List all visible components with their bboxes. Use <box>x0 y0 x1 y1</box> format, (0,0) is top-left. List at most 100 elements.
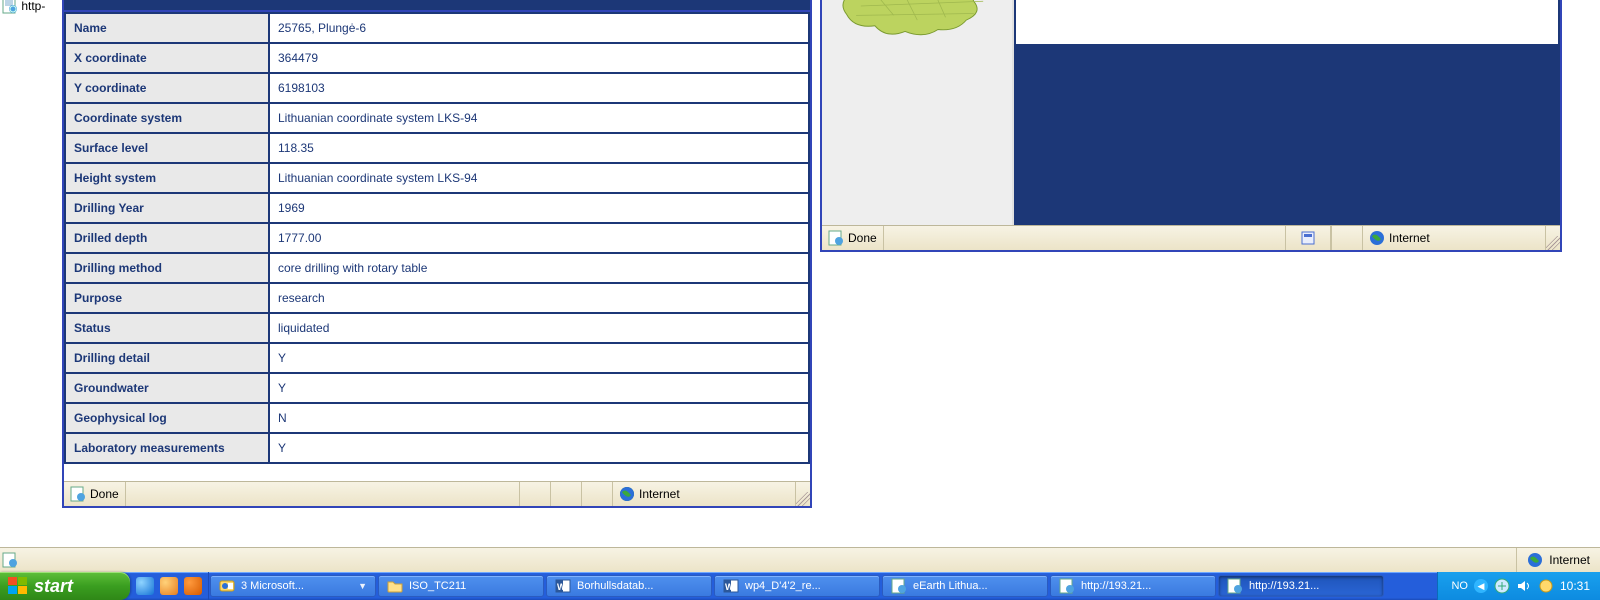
table-row: Y coordinate6198103 <box>66 74 808 102</box>
map-pane[interactable] <box>822 0 1012 226</box>
table-row: Drilling Year1969 <box>66 194 808 222</box>
detail-key: Name <box>66 14 268 42</box>
tray-language[interactable]: NO <box>1451 580 1468 592</box>
iepage-icon <box>1059 578 1075 594</box>
taskbar-item[interactable]: ISO_TC211 <box>378 575 544 597</box>
detail-value: Y <box>270 344 808 372</box>
table-row: Name25765, Plungė-6 <box>66 14 808 42</box>
table-row: Purposeresearch <box>66 284 808 312</box>
detail-key: Surface level <box>66 134 268 162</box>
quicklaunch-firefox-icon[interactable] <box>160 577 178 595</box>
detail-key: Drilling detail <box>66 344 268 372</box>
quick-launch <box>130 572 209 600</box>
ie-page-icon <box>2 0 18 14</box>
detail-value: 364479 <box>270 44 808 72</box>
detail-key: Drilling method <box>66 254 268 282</box>
detail-value: 1777.00 <box>270 224 808 252</box>
taskbar-item-label: ISO_TC211 <box>409 580 466 592</box>
taskbar: start 3 Microsoft... ▼ ISO_TC211 W Borhullsd… <box>0 572 1600 600</box>
taskbar-item[interactable]: W Borhullsdatab... <box>546 575 712 597</box>
detail-key: Geophysical log <box>66 404 268 432</box>
taskbar-item-label: eEarth Lithua... <box>913 580 988 592</box>
tray-app-icon[interactable] <box>1538 578 1554 594</box>
internet-zone-icon <box>1527 552 1543 568</box>
start-label: start <box>34 576 73 597</box>
tray-volume-icon[interactable] <box>1516 578 1532 594</box>
detail-key: Groundwater <box>66 374 268 402</box>
detail-value: Y <box>270 374 808 402</box>
detail-key: Coordinate system <box>66 104 268 132</box>
resize-grip[interactable] <box>1546 226 1560 250</box>
taskbar-item-label: wp4_D'4'2_re... <box>745 580 821 592</box>
quicklaunch-media-icon[interactable] <box>184 577 202 595</box>
table-row: Drilling methodcore drilling with rotary… <box>66 254 808 282</box>
ie-page-icon <box>70 486 86 502</box>
table-row: Surface level118.35 <box>66 134 808 162</box>
map-window: Done Internet <box>820 0 1562 252</box>
detail-value: research <box>270 284 808 312</box>
taskbar-item-label: http://193.21... <box>1081 580 1151 592</box>
quicklaunch-ie-icon[interactable] <box>136 577 154 595</box>
table-row: Statusliquidated <box>66 314 808 342</box>
tray-expand-icon[interactable]: ◀ <box>1474 579 1488 593</box>
internet-zone-icon <box>1369 230 1385 246</box>
detail-key: Drilled depth <box>66 224 268 252</box>
detail-value: 25765, Plungė-6 <box>270 14 808 42</box>
detail-key: Laboratory measurements <box>66 434 268 462</box>
tray-clock[interactable]: 10:31 <box>1560 579 1590 593</box>
folder-icon <box>387 578 403 594</box>
outlook-icon <box>219 578 235 594</box>
detail-key: Drilling Year <box>66 194 268 222</box>
table-row: Coordinate systemLithuanian coordinate s… <box>66 104 808 132</box>
system-tray: NO ◀ 10:31 <box>1437 572 1600 600</box>
chevron-down-icon: ▼ <box>358 581 367 591</box>
detail-key: Height system <box>66 164 268 192</box>
taskbar-item-label: Borhullsdatab... <box>577 580 653 592</box>
right-status-text: Done <box>848 231 877 245</box>
left-status-text: Done <box>90 487 119 501</box>
resize-grip[interactable] <box>796 482 810 506</box>
svg-text:W: W <box>557 582 566 592</box>
taskbar-item[interactable]: 3 Microsoft... ▼ <box>210 575 376 597</box>
word-icon: W <box>555 578 571 594</box>
taskbar-item-label: http://193.21... <box>1249 580 1319 592</box>
table-row: Drilled depth1777.00 <box>66 224 808 252</box>
detail-value: 6198103 <box>270 74 808 102</box>
svg-text:W: W <box>725 582 734 592</box>
left-status-zone: Internet <box>639 487 680 501</box>
detail-key: Purpose <box>66 284 268 312</box>
borehole-detail-window: Name25765, Plungė-6X coordinate364479Y c… <box>62 0 812 508</box>
right-status-zone: Internet <box>1389 231 1430 245</box>
table-row: Geophysical logN <box>66 404 808 432</box>
detail-key: Y coordinate <box>66 74 268 102</box>
detail-key: X coordinate <box>66 44 268 72</box>
windows-logo-icon <box>8 577 28 595</box>
ie-page-icon <box>2 552 18 568</box>
taskbar-item-label: 3 Microsoft... <box>241 580 304 592</box>
table-row: X coordinate364479 <box>66 44 808 72</box>
detail-value: 1969 <box>270 194 808 222</box>
left-status-bar: Done Internet <box>64 481 810 506</box>
table-row: Drilling detailY <box>66 344 808 372</box>
taskbar-item[interactable]: http://193.21... <box>1218 575 1384 597</box>
start-button[interactable]: start <box>0 572 130 600</box>
detail-value: N <box>270 404 808 432</box>
page-mode-icon[interactable] <box>1301 231 1315 245</box>
country-outline-icon <box>842 0 1002 36</box>
tray-network-icon[interactable] <box>1494 578 1510 594</box>
detail-table: Name25765, Plungė-6X coordinate364479Y c… <box>64 12 810 464</box>
outer-address-text: http- <box>21 0 45 13</box>
taskbar-item[interactable]: http://193.21... <box>1050 575 1216 597</box>
outer-address-hint: http- <box>2 0 45 14</box>
outer-status-zone: Internet <box>1549 553 1590 567</box>
detail-scroll-area[interactable]: Name25765, Plungė-6X coordinate364479Y c… <box>64 12 810 484</box>
table-row: Height systemLithuanian coordinate syste… <box>66 164 808 192</box>
iepage-icon <box>891 578 907 594</box>
detail-value: Lithuanian coordinate system LKS-94 <box>270 164 808 192</box>
taskbar-item[interactable]: eEarth Lithua... <box>882 575 1048 597</box>
detail-value: core drilling with rotary table <box>270 254 808 282</box>
detail-value: Y <box>270 434 808 462</box>
detail-value: Lithuanian coordinate system LKS-94 <box>270 104 808 132</box>
taskbar-item[interactable]: Wwp4_D'4'2_re... <box>714 575 880 597</box>
info-pane <box>1012 0 1560 226</box>
